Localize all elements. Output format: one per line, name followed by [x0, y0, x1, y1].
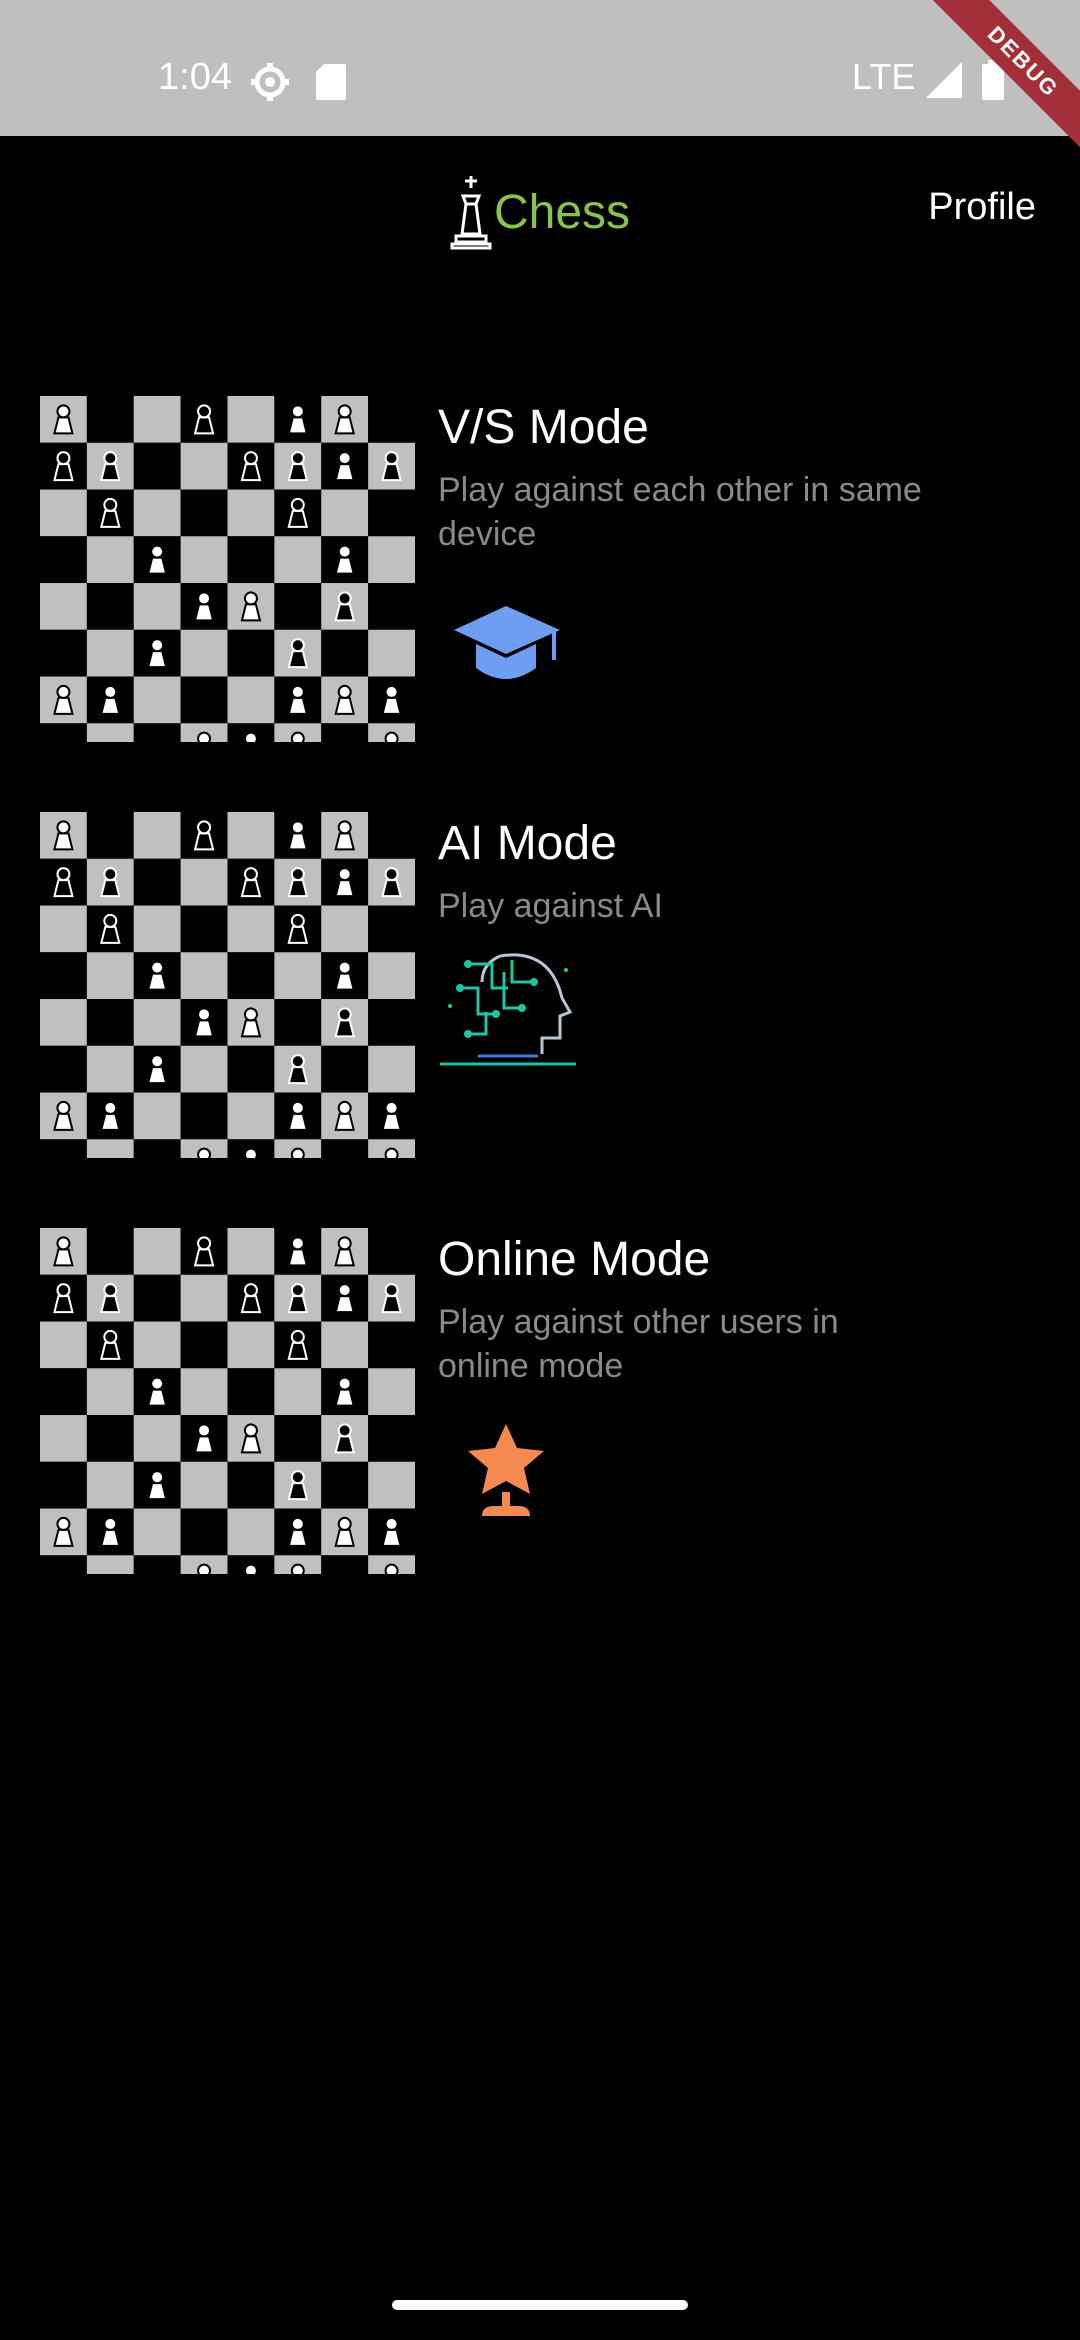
mode-description: Play against AI: [438, 887, 663, 925]
network-type: LTE: [852, 56, 916, 97]
app-title-text: Chess: [494, 185, 631, 239]
app-title: Chess: [448, 174, 630, 250]
graduation-cap-icon: [454, 606, 560, 679]
mode-card-vs[interactable]: V/S Mode Play against each other in same…: [40, 396, 1040, 742]
signal-icon: [926, 62, 962, 98]
mode-title: AI Mode: [438, 817, 617, 870]
app-bar: Chess Profile: [0, 136, 1080, 296]
mode-description: Play against each other in same device: [438, 471, 922, 553]
mode-card-online[interactable]: Online Mode Play against other users in …: [40, 1228, 1040, 1574]
star-trophy-icon: [468, 1424, 544, 1516]
mode-description: Play against other users in online mode: [438, 1303, 839, 1385]
chess-board-image: [40, 1228, 415, 1574]
chess-board-image: [40, 812, 415, 1158]
mode-card-ai[interactable]: AI Mode Play against AI: [40, 812, 1040, 1158]
home-indicator[interactable]: [392, 2300, 688, 2310]
profile-button[interactable]: Profile: [928, 186, 1036, 229]
status-bar: 1:04 LTE DEBUG: [0, 0, 1080, 158]
settings-gear-icon: [251, 63, 289, 101]
status-time: 1:04: [158, 56, 232, 98]
ai-head-circuit-icon: [440, 953, 576, 1066]
mode-title: Online Mode: [438, 1233, 711, 1286]
king-piece-icon: [450, 176, 492, 250]
chess-board-image: [40, 396, 415, 742]
mode-title: V/S Mode: [438, 401, 649, 454]
sd-card-icon: [316, 64, 346, 100]
